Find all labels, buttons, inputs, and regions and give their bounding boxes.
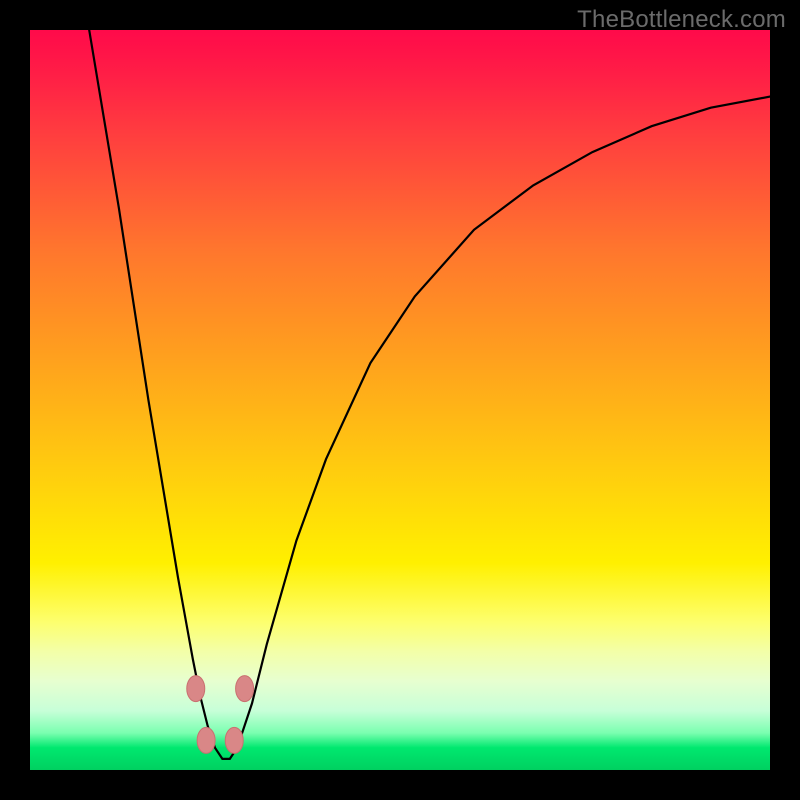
marker-point — [225, 727, 243, 753]
marker-point — [236, 676, 254, 702]
marker-point — [197, 727, 215, 753]
marker-point — [187, 676, 205, 702]
curve-path — [89, 30, 770, 759]
watermark-text: TheBottleneck.com — [577, 6, 786, 34]
plot-area — [30, 30, 770, 770]
marker-group — [187, 676, 254, 754]
chart-svg — [30, 30, 770, 770]
chart-frame: TheBottleneck.com — [0, 0, 800, 800]
